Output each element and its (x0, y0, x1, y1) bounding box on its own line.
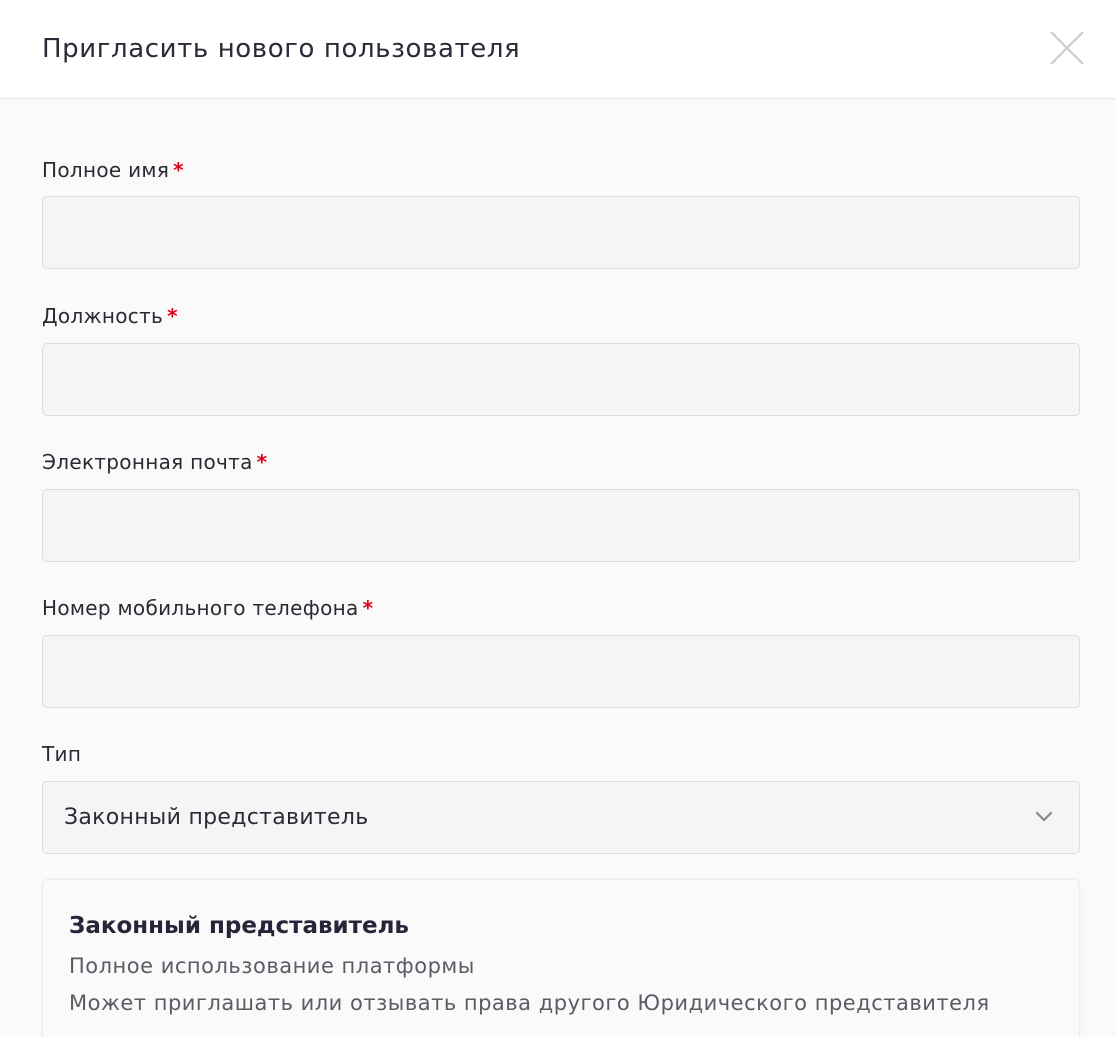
phone-field-container (42, 635, 1080, 708)
full-name-input[interactable] (43, 197, 1079, 268)
role-description-card: Законный представитель Полное использова… (42, 879, 1080, 1037)
position-field-container (42, 343, 1080, 416)
close-button[interactable] (1048, 29, 1086, 67)
phone-label-text: Номер мобильного телефона (42, 596, 359, 620)
chevron-down-icon (1035, 811, 1053, 822)
close-icon (1050, 31, 1084, 65)
email-label-text: Электронная почта (42, 450, 253, 474)
required-marker: * (362, 596, 374, 620)
role-description-line: Может приглашать или отзывать права друг… (69, 991, 990, 1015)
full-name-label-text: Полное имя (42, 158, 170, 182)
dialog-title: Пригласить нового пользователя (42, 34, 521, 64)
email-label: Электронная почта * (42, 450, 267, 474)
position-label: Должность * (42, 304, 178, 328)
position-label-text: Должность (42, 304, 164, 328)
position-input[interactable] (43, 344, 1079, 415)
required-marker: * (167, 304, 178, 328)
phone-input[interactable] (43, 636, 1079, 707)
dialog-header: Пригласить нового пользователя (0, 0, 1116, 99)
role-title: Законный представитель (69, 913, 409, 939)
type-label: Тип (42, 742, 81, 766)
email-input[interactable] (43, 490, 1079, 561)
invite-user-dialog: Пригласить нового пользователя Полное им… (0, 0, 1116, 1037)
role-description-line: Полное использование платформы (69, 954, 475, 978)
required-marker: * (256, 450, 268, 474)
email-field-container (42, 489, 1080, 562)
type-select[interactable]: Законный представитель (42, 781, 1080, 854)
full-name-field-container (42, 196, 1080, 269)
type-label-text: Тип (42, 742, 82, 766)
required-marker: * (173, 158, 184, 182)
phone-label: Номер мобильного телефона * (42, 596, 373, 620)
full-name-label: Полное имя * (42, 158, 184, 182)
type-select-value: Законный представитель (64, 805, 369, 830)
